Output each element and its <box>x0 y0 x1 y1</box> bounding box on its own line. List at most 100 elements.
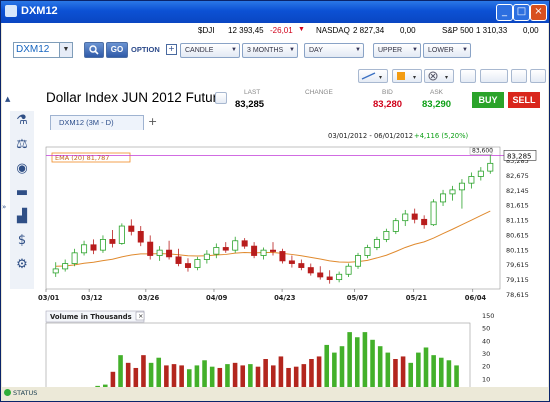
ticker-sp500-label[interactable]: S&P 500 <box>442 26 473 35</box>
candle-body <box>166 249 173 258</box>
price-chart[interactable]: 03/01/2012 - 06/01/2012 +4,116 (5,20%)EMA… <box>2 129 548 401</box>
window-icon[interactable] <box>511 69 527 83</box>
candle-body <box>128 225 135 232</box>
candle-body <box>355 255 362 267</box>
y-tick-label: 80,115 <box>506 246 529 254</box>
volume-bar <box>278 356 284 391</box>
ticker-nasdaq-change: 0,00 <box>400 26 416 35</box>
collapse-up-icon[interactable]: ▲ <box>5 95 10 103</box>
y-tick-label: 78,615 <box>506 291 529 299</box>
candle-body <box>232 240 239 251</box>
candle-body <box>383 230 390 240</box>
maximize-button[interactable]: □ <box>513 4 530 21</box>
candle-body <box>336 273 343 281</box>
calendar-icon[interactable] <box>215 92 227 104</box>
y-tick-label: 79,615 <box>506 261 529 269</box>
ticker-nasdaq-label[interactable]: NASDAQ <box>316 26 350 35</box>
volume-bar <box>316 356 322 391</box>
ticker-nasdaq-value: 2 827,34 <box>353 26 385 35</box>
volume-title: Volume in Thousands <box>50 313 132 321</box>
candle-body <box>373 239 380 248</box>
window-title: DXM12 <box>21 5 58 17</box>
chart-tab[interactable]: DXM12 (3M - D) <box>50 115 144 130</box>
x-tick-label: 06/04 <box>465 294 487 302</box>
x-tick-label: 05/21 <box>406 294 428 302</box>
ticker-dji-value: 12 393,45 <box>228 26 264 35</box>
volume-bar <box>332 352 337 391</box>
close-button[interactable]: × <box>530 4 547 21</box>
volume-bar <box>141 355 146 391</box>
line-tool-icon[interactable]: ▾ <box>358 69 388 83</box>
volume-bar <box>354 337 360 391</box>
volume-tick-label: 40 <box>482 337 490 345</box>
candle-body <box>62 263 69 270</box>
buy-button[interactable]: BUY <box>472 92 504 108</box>
change-label: CHANGE <box>305 89 333 96</box>
volume-tick-label: 20 <box>482 363 490 371</box>
ask-label: ASK <box>430 89 444 96</box>
search-button[interactable] <box>84 42 104 58</box>
x-tick-label: 03/01 <box>38 294 60 302</box>
y-tick-label: 80,615 <box>506 231 529 239</box>
candle-body <box>194 259 201 268</box>
interval-select[interactable]: DAY ▼ <box>304 43 364 58</box>
x-tick-label: 03/26 <box>138 294 160 302</box>
change-label: +4,116 (5,20%) <box>414 132 469 140</box>
candle-body <box>430 201 437 226</box>
add-tab-button[interactable]: + <box>148 115 157 128</box>
volume-bar <box>385 352 391 391</box>
bid-label: BID <box>382 89 393 96</box>
color-tool-icon[interactable]: ▾ <box>392 69 422 83</box>
go-button[interactable]: GO <box>106 42 128 58</box>
minimize-button[interactable]: _ <box>496 4 513 21</box>
volume-tick-label: 10 <box>482 375 490 383</box>
candle-body <box>213 247 220 255</box>
option-add-button[interactable]: + <box>166 44 177 55</box>
svg-text:▾: ▾ <box>379 74 382 81</box>
range-value: 3 MONTHS <box>247 47 284 54</box>
volume-bar <box>400 356 406 391</box>
x-tick-label: 05/07 <box>347 294 369 302</box>
sell-button[interactable]: SELL <box>508 92 540 108</box>
delete-tool-glyph: ▾ <box>428 71 448 81</box>
copy-icon[interactable] <box>530 69 546 83</box>
title-bar[interactable]: DXM12 _ □ × <box>1 1 549 23</box>
chevron-down-icon[interactable]: ▼ <box>59 43 72 57</box>
line-tool-glyph: ▾ <box>361 72 382 81</box>
save-icon[interactable] <box>480 69 508 83</box>
candle-body <box>184 263 191 268</box>
y-tick-label: 81,115 <box>506 217 529 225</box>
volume-tick-label: 50 <box>482 325 490 333</box>
symbol-input[interactable]: DXM12 ▼ <box>13 42 73 58</box>
x-tick-label: 04/09 <box>206 294 228 302</box>
interval-value: DAY <box>309 47 323 54</box>
lower-value: LOWER <box>428 47 454 54</box>
candle-body <box>402 213 409 222</box>
y-tick-label: 82,145 <box>506 187 529 195</box>
volume-tick-label: 150 <box>482 312 494 320</box>
volume-bar <box>118 355 123 391</box>
upper-select[interactable]: UPPER ▼ <box>373 43 421 58</box>
volume-bar <box>370 339 375 391</box>
candle-body <box>326 276 333 281</box>
ticker-sp500-value: 1 310,33 <box>476 26 508 35</box>
link-icon[interactable] <box>460 69 476 83</box>
delete-tool-icon[interactable]: ▾ <box>424 69 454 83</box>
range-select[interactable]: 3 MONTHS ▼ <box>242 43 298 58</box>
candle-body <box>203 253 210 260</box>
last-label: LAST <box>244 89 261 96</box>
candle-body <box>411 213 418 220</box>
volume-bar <box>156 357 162 391</box>
microscope-icon[interactable]: ⚗ <box>14 113 30 129</box>
app-logo-icon <box>5 5 17 17</box>
lower-select[interactable]: LOWER ▼ <box>423 43 471 58</box>
candle-body <box>222 247 229 251</box>
candle-body <box>279 251 286 262</box>
option-label: OPTION <box>131 45 160 54</box>
candle-body <box>175 256 182 264</box>
candle-body <box>156 249 163 256</box>
ticker-sp500-change: 0,00 <box>523 26 539 35</box>
chart-type-select[interactable]: CANDLE ▼ <box>180 43 240 58</box>
chart-type-value: CANDLE <box>185 47 214 54</box>
ticker-dji-label[interactable]: $DJI <box>198 26 214 35</box>
